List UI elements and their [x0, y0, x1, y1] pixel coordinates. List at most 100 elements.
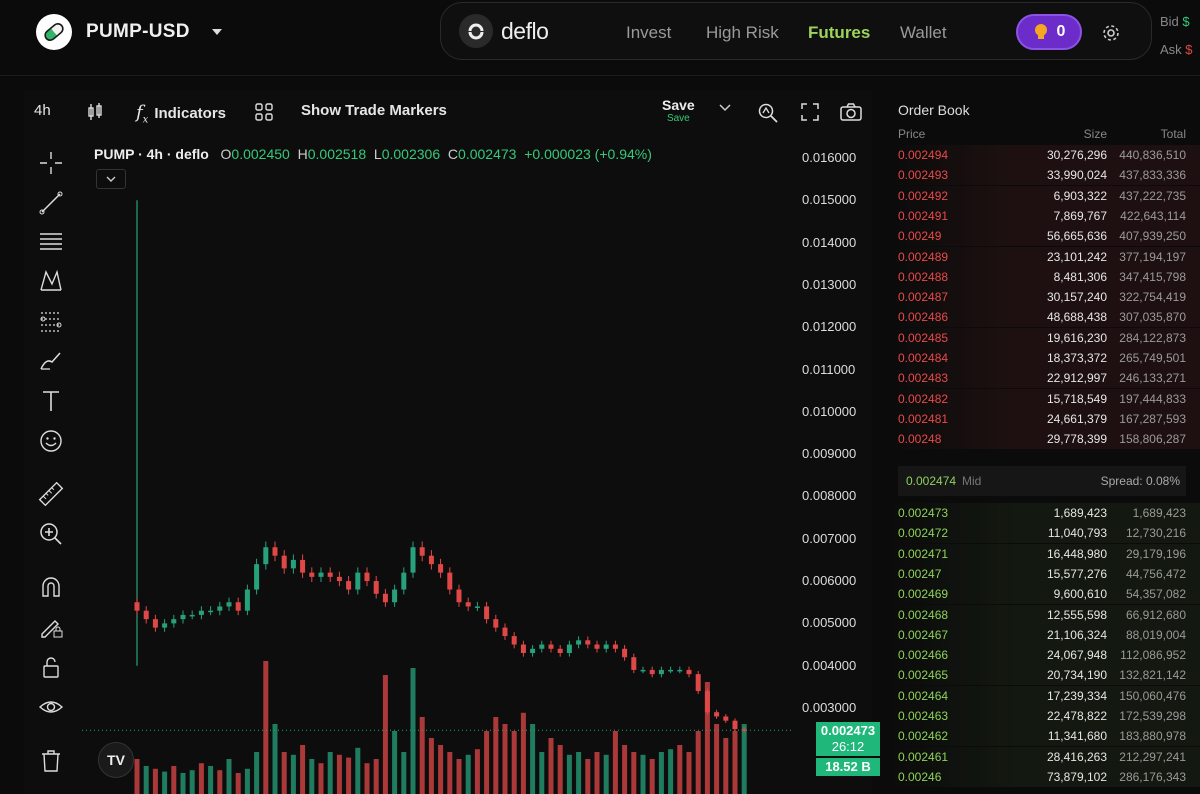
price-tick: 0.007000 — [802, 530, 857, 546]
ask-row[interactable]: 0.002489 23,101,242 377,194,197 — [890, 246, 1200, 267]
bid-row[interactable]: 0.002467 21,106,324 88,019,004 — [890, 624, 1200, 645]
brand[interactable]: deflo — [459, 14, 549, 48]
bid-row[interactable]: 0.002472 11,040,793 12,730,216 — [890, 523, 1200, 544]
ask-row[interactable]: 0.002485 19,616,230 284,122,873 — [890, 327, 1200, 348]
volume-bar — [226, 759, 232, 794]
trade-markers-toggle[interactable]: Show Trade Markers — [301, 102, 447, 119]
volume-bar — [695, 731, 701, 794]
points-badge[interactable]: 0 — [1016, 14, 1082, 50]
volume-bar — [530, 724, 536, 794]
volume-bar — [217, 770, 223, 794]
price-cell: 0.002485 — [898, 330, 949, 345]
ask-row[interactable]: 0.002481 24,661,379 167,287,593 — [890, 408, 1200, 429]
bid-row[interactable]: 0.00246 73,879,102 286,176,343 — [890, 766, 1200, 787]
price-axis[interactable]: 0.016000 0.015000 0.014000 0.013000 0.012000… — [794, 90, 872, 794]
nav-high-risk[interactable]: High Risk — [706, 23, 779, 43]
price-cell: 0.002483 — [898, 371, 949, 386]
legend-h-label: H — [297, 146, 308, 162]
text-tool-icon[interactable] — [36, 386, 66, 416]
candle-body — [658, 669, 664, 675]
magnet-icon[interactable] — [36, 572, 66, 602]
trash-icon[interactable] — [36, 746, 66, 776]
total-cell: 377,194,197 — [1119, 249, 1186, 264]
candle-countdown: 26:12 — [831, 739, 865, 754]
ask-label: Ask — [1160, 42, 1182, 57]
size-cell: 22,912,997 — [1046, 371, 1107, 386]
gear-icon[interactable] — [1101, 23, 1121, 48]
candle-body — [382, 593, 388, 603]
price-cell: 0.002467 — [898, 627, 949, 642]
fib-retracement-icon[interactable] — [36, 306, 66, 336]
price-cell: 0.002493 — [898, 168, 949, 183]
price-tick: 0.012000 — [802, 319, 857, 335]
points-value: 0 — [1056, 23, 1066, 40]
order-book-title: Order Book — [898, 102, 970, 118]
mid-price: 0.002474 — [906, 474, 957, 488]
ask-row[interactable]: 0.002488 8,481,306 347,415,798 — [890, 266, 1200, 287]
tradingview-logo-icon[interactable]: TV — [98, 742, 134, 778]
bid-row[interactable]: 0.002471 16,448,980 29,179,196 — [890, 543, 1200, 564]
brush-icon[interactable] — [36, 346, 66, 376]
chart-toolbar: 4h fx Indicators Show Trade Markers Save… — [24, 90, 872, 132]
pair-selector[interactable]: PUMP-USD — [36, 14, 222, 50]
ask-row[interactable]: 0.002487 30,157,240 322,754,419 — [890, 287, 1200, 308]
candle-body — [300, 559, 306, 573]
crosshair-icon[interactable] — [36, 148, 66, 178]
ask-row[interactable]: 0.00248 29,778,399 158,806,287 — [890, 429, 1200, 450]
ruler-icon[interactable] — [36, 479, 66, 509]
candlestick-chart[interactable] — [82, 190, 792, 794]
ask-row[interactable]: 0.002482 15,718,549 197,444,833 — [890, 388, 1200, 409]
lock-drawing-icon[interactable] — [36, 612, 66, 642]
bid-row[interactable]: 0.00247 15,577,276 44,756,472 — [890, 563, 1200, 584]
search-zoom-icon[interactable] — [757, 102, 779, 124]
total-cell: 112,086,952 — [1120, 648, 1186, 663]
ask-row[interactable]: 0.002486 48,688,438 307,035,870 — [890, 307, 1200, 328]
ask-row[interactable]: 0.002491 7,869,767 422,643,114 — [890, 205, 1200, 226]
ask-row[interactable]: 0.002484 18,373,372 265,749,501 — [890, 348, 1200, 368]
candle-body — [456, 589, 462, 603]
candle-body — [208, 610, 214, 613]
candle-body — [566, 644, 572, 653]
candle-type-icon[interactable] — [86, 102, 104, 122]
size-cell: 20,734,190 — [1046, 668, 1107, 683]
candle-body — [511, 636, 517, 645]
eye-icon[interactable] — [36, 692, 66, 722]
chevron-down-icon[interactable] — [719, 104, 731, 112]
bid-row[interactable]: 0.002461 28,416,263 212,297,241 — [890, 746, 1200, 767]
candle-body — [272, 547, 278, 556]
unlock-icon[interactable] — [36, 652, 66, 682]
ask-row[interactable]: 0.002492 6,903,322 437,222,735 — [890, 185, 1200, 206]
price-cell: 0.002494 — [898, 148, 949, 162]
horizontal-lines-icon[interactable] — [36, 226, 66, 256]
price-tick: 0.015000 — [802, 192, 857, 208]
bid-row[interactable]: 0.002463 22,478,822 172,539,298 — [890, 706, 1200, 726]
emoji-icon[interactable] — [36, 426, 66, 456]
candle-body — [401, 572, 407, 590]
nav-futures[interactable]: Futures — [808, 23, 870, 43]
interval-selector[interactable]: 4h — [34, 102, 51, 119]
bid-row[interactable]: 0.002468 12,555,598 66,912,680 — [890, 604, 1200, 625]
layout-grid-icon[interactable] — [254, 102, 274, 122]
nav-invest[interactable]: Invest — [626, 23, 671, 43]
pattern-icon[interactable] — [36, 266, 66, 296]
ask-row[interactable]: 0.00249 56,665,636 407,939,250 — [890, 226, 1200, 247]
bid-row[interactable]: 0.002473 1,689,423 1,689,423 — [890, 503, 1200, 523]
bulb-icon — [1034, 24, 1047, 39]
ask-row[interactable]: 0.002493 33,990,024 437,833,336 — [890, 165, 1200, 186]
bid-row[interactable]: 0.002466 24,067,948 112,086,952 — [890, 645, 1200, 666]
nav-wallet[interactable]: Wallet — [900, 23, 947, 43]
save-button[interactable]: Save Save — [662, 97, 695, 124]
price-cell: 0.00247 — [898, 566, 942, 581]
bid-row[interactable]: 0.002462 11,341,680 183,880,978 — [890, 726, 1200, 747]
legend-collapse-button[interactable] — [96, 169, 126, 189]
ask-row[interactable]: 0.002483 22,912,997 246,133,271 — [890, 368, 1200, 389]
trend-line-icon[interactable] — [36, 188, 66, 218]
ask-row[interactable]: 0.002494 30,276,296 440,836,510 — [890, 145, 1200, 165]
bid-row[interactable]: 0.002465 20,734,190 132,821,142 — [890, 665, 1200, 686]
indicators-button[interactable]: fx Indicators — [136, 102, 226, 126]
zoom-in-icon[interactable] — [36, 519, 66, 549]
bid-row[interactable]: 0.002464 17,239,334 150,060,476 — [890, 685, 1200, 706]
bid-row[interactable]: 0.002469 9,600,610 54,357,082 — [890, 584, 1200, 605]
size-cell: 73,879,102 — [1046, 769, 1107, 784]
volume-bar — [668, 749, 674, 794]
